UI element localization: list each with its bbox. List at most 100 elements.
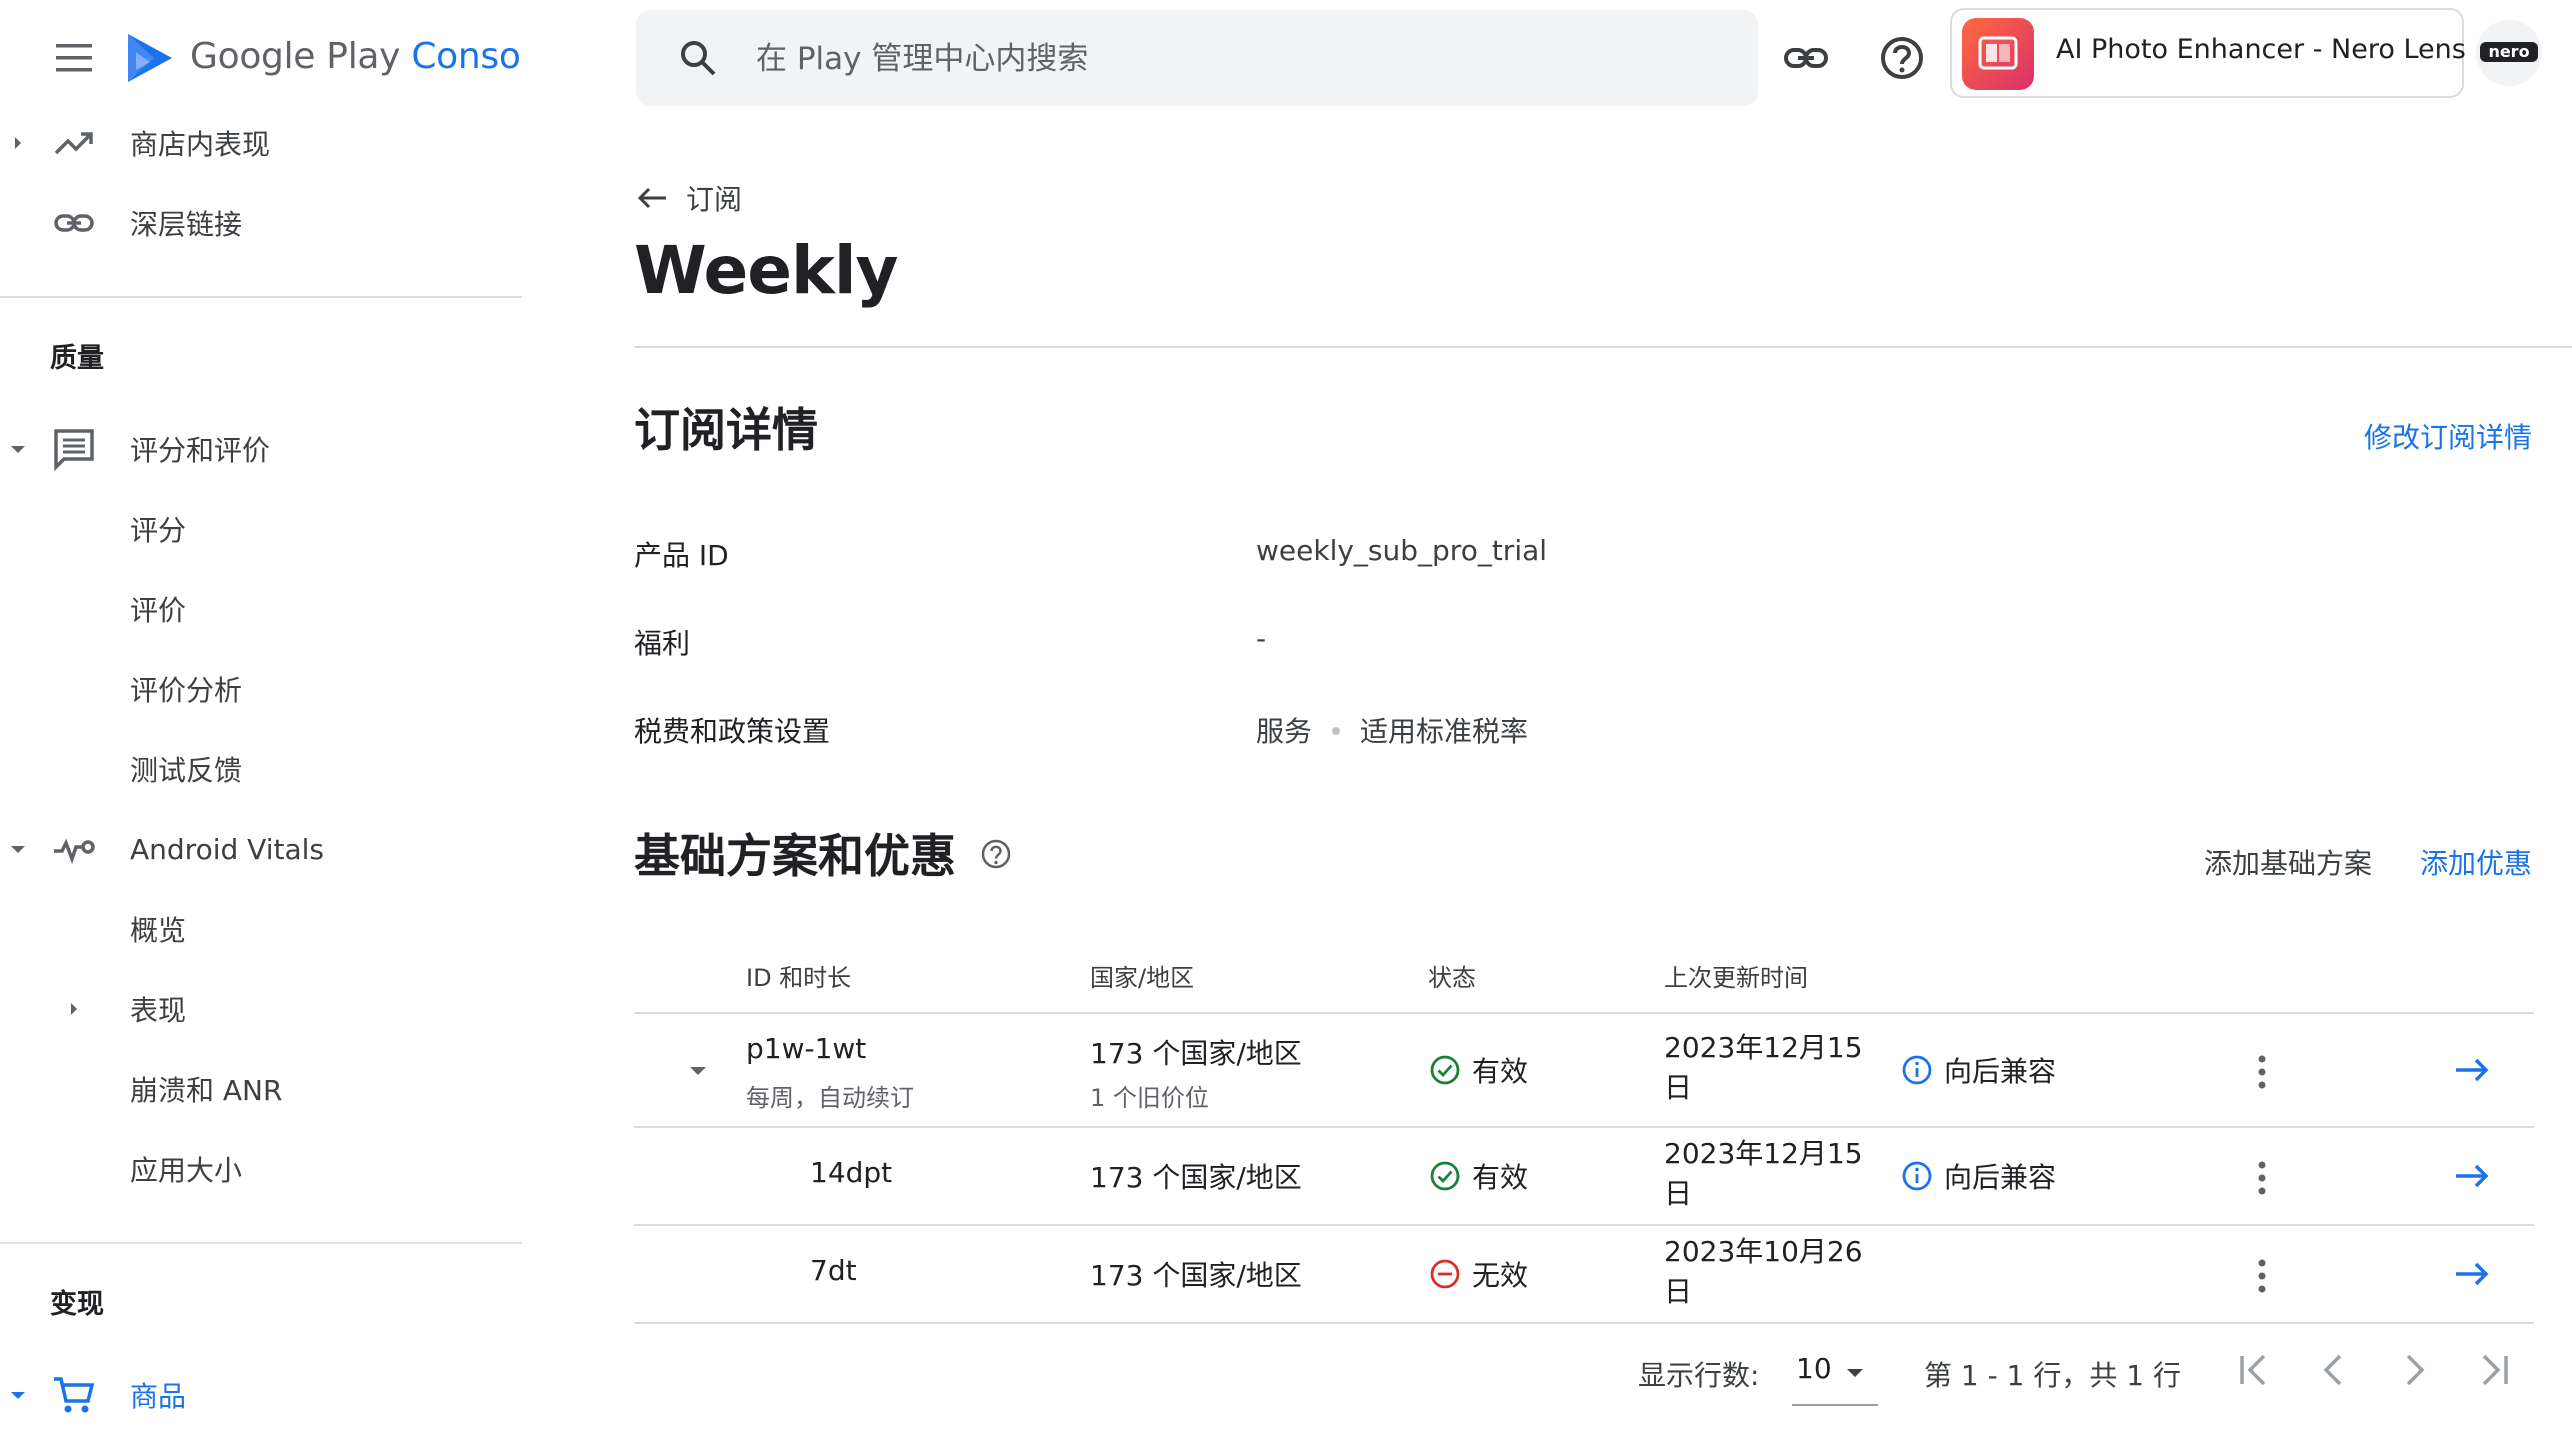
sidebar-item-label: 概览 — [130, 914, 187, 947]
plan-updated-date: 2023年12月15日 — [1664, 1031, 1863, 1104]
status-badge: 无效 — [1428, 1254, 1528, 1294]
more-vert-icon[interactable] — [2252, 1256, 2272, 1296]
account-avatar[interactable]: nero — [2476, 20, 2542, 86]
caret-right-icon[interactable] — [6, 131, 30, 155]
back-link[interactable]: 订阅 — [634, 176, 742, 220]
separator-dot — [1332, 727, 1341, 735]
sidebar-item-label: 评分 — [130, 514, 187, 547]
more-vert-icon[interactable] — [2252, 1052, 2272, 1092]
caret-right-icon[interactable] — [62, 997, 86, 1021]
tax-category: 服务 — [1256, 715, 1313, 748]
benefits-label: 福利 — [634, 627, 691, 660]
chevron-left-icon[interactable] — [2310, 1346, 2358, 1394]
arrow-back-icon — [637, 187, 666, 209]
sidebar-item-ratings[interactable]: 评分 — [0, 494, 522, 564]
search-input[interactable] — [754, 28, 1738, 90]
help-icon[interactable] — [978, 836, 1014, 872]
sidebar-item-label: 崩溃和 ANR — [130, 1074, 283, 1107]
last-page-icon[interactable] — [2470, 1346, 2518, 1394]
edit-details-link[interactable]: 修改订阅详情 — [2364, 416, 2532, 456]
search-icon[interactable] — [676, 36, 720, 80]
plan-legacy-price: 1 个旧价位 — [1090, 1084, 1209, 1112]
info-icon — [1902, 1161, 1932, 1191]
chevron-right-icon[interactable] — [2390, 1346, 2438, 1394]
sidebar-item-app-size[interactable]: 应用大小 — [0, 1134, 522, 1204]
link-icon[interactable] — [1778, 30, 1834, 86]
status-badge: 有效 — [1428, 1156, 1528, 1196]
offer-updated-date: 2023年12月15日 — [1664, 1137, 1863, 1210]
details-heading: 订阅详情 — [634, 403, 818, 457]
back-label: 订阅 — [686, 183, 743, 216]
offer-region: 173 个国家/地区 — [1090, 1259, 1302, 1292]
status-label: 有效 — [1472, 1161, 1529, 1194]
app-name: AI Photo Enhancer - Nero Lens — [2056, 34, 2466, 65]
offer-id: 14dpt — [810, 1156, 893, 1189]
rows-per-page-select[interactable]: 10 — [1792, 1340, 1878, 1406]
sidebar-item-reviews[interactable]: 评价 — [0, 574, 522, 644]
sidebar-item-deep-links[interactable]: 深层链接 — [0, 188, 522, 258]
trending-up-icon — [54, 132, 93, 155]
status-label: 无效 — [1472, 1259, 1529, 1292]
brand-title[interactable]: Google Play Console — [190, 36, 522, 77]
caret-down-icon — [1847, 1369, 1863, 1377]
arrow-forward-icon[interactable] — [2452, 1254, 2492, 1294]
brand-google: Google Play — [190, 36, 401, 77]
compat-badge[interactable]: 向后兼容 — [1900, 1156, 2056, 1196]
more-vert-icon[interactable] — [2252, 1158, 2272, 1198]
logo-row: Google Play Console — [0, 0, 522, 118]
table-divider — [634, 1224, 2534, 1226]
sidebar-item-label: 评分和评价 — [130, 434, 271, 467]
sidebar-item-label: 深层链接 — [130, 208, 243, 241]
plans-heading: 基础方案和优惠 — [634, 829, 956, 883]
caret-down-icon[interactable] — [684, 1057, 712, 1085]
menu-icon[interactable] — [50, 38, 98, 78]
arrow-forward-icon[interactable] — [2452, 1156, 2492, 1196]
caret-down-icon[interactable] — [6, 1383, 30, 1407]
rows-per-page-label: 显示行数: — [1638, 1359, 1760, 1392]
table-divider — [634, 1126, 2534, 1128]
sidebar-item-label: 测试反馈 — [130, 754, 243, 787]
tax-value: 服务 适用标准税率 — [1256, 710, 1528, 750]
check-circle-icon — [1430, 1161, 1460, 1191]
status-badge: 有效 — [1428, 1050, 1528, 1090]
sidebar-item-label: 表现 — [130, 994, 187, 1027]
sidebar-item-ratings-reviews[interactable]: 评分和评价 — [0, 414, 522, 484]
app-icon — [1962, 18, 2034, 90]
search-bar[interactable] — [636, 10, 1758, 106]
sidebar-section-monetize: 变现 — [50, 1289, 104, 1320]
app-selector[interactable]: AI Photo Enhancer - Nero Lens — [1950, 8, 2466, 98]
table-divider — [634, 1322, 2534, 1324]
sidebar-item-crashes-anr[interactable]: 崩溃和 ANR — [0, 1054, 522, 1124]
status-label: 有效 — [1472, 1055, 1529, 1088]
play-console-logo-icon[interactable] — [124, 30, 176, 86]
sidebar-item-label: 评价分析 — [130, 674, 243, 707]
column-header-updated: 上次更新时间 — [1664, 964, 1808, 992]
add-offer-button[interactable]: 添加优惠 — [2420, 842, 2532, 882]
sidebar-section-quality: 质量 — [50, 343, 104, 374]
link-icon — [54, 214, 94, 232]
sidebar-item-products[interactable]: 商品 — [0, 1360, 522, 1430]
arrow-forward-icon[interactable] — [2452, 1050, 2492, 1090]
page-title: Weekly — [634, 232, 899, 309]
sidebar-item-review-analysis[interactable]: 评价分析 — [0, 654, 522, 724]
sidebar-item-overview[interactable]: 概览 — [0, 894, 522, 964]
plan-region: 173 个国家/地区 — [1090, 1037, 1302, 1070]
sidebar-item-android-vitals[interactable]: Android Vitals — [0, 814, 522, 884]
reviews-icon — [54, 429, 94, 472]
column-header-region: 国家/地区 — [1090, 964, 1195, 992]
sidebar-item-store-performance[interactable]: 商店内表现 — [0, 108, 522, 178]
tax-label: 税费和政策设置 — [634, 715, 831, 748]
caret-down-icon[interactable] — [6, 837, 30, 861]
rows-per-page-value: 10 — [1796, 1352, 1832, 1385]
caret-down-icon[interactable] — [6, 437, 30, 461]
info-icon — [1902, 1055, 1932, 1085]
remove-circle-icon — [1430, 1259, 1460, 1289]
vitals-icon — [54, 838, 95, 865]
add-base-plan-button[interactable]: 添加基础方案 — [2204, 842, 2372, 882]
offer-region: 173 个国家/地区 — [1090, 1161, 1302, 1194]
sidebar-item-testing-feedback[interactable]: 测试反馈 — [0, 734, 522, 804]
sidebar-item-performance[interactable]: 表现 — [0, 974, 522, 1044]
help-icon[interactable] — [1874, 30, 1930, 86]
compat-badge[interactable]: 向后兼容 — [1900, 1050, 2056, 1090]
first-page-icon[interactable] — [2230, 1346, 2278, 1394]
